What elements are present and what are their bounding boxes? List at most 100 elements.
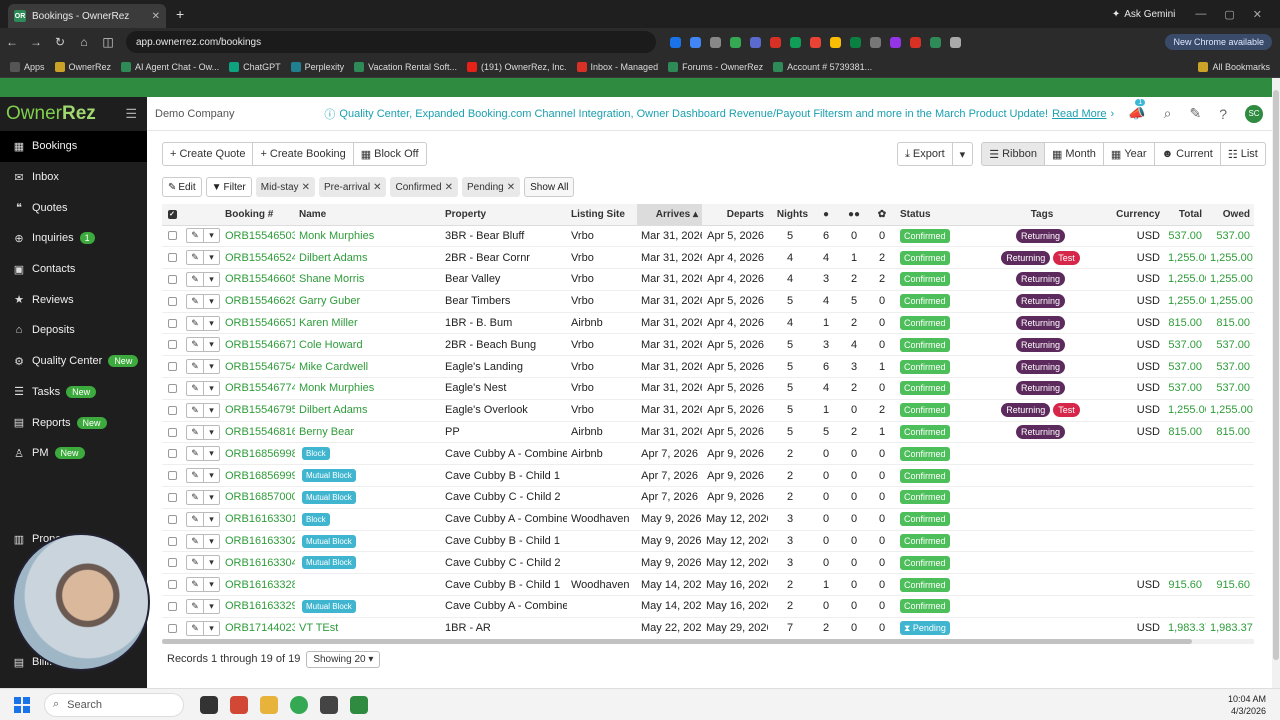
ask-gemini-button[interactable]: ✦ Ask Gemini <box>1112 9 1176 20</box>
sidebar-item-quotes[interactable]: ❝ Quotes <box>0 192 147 223</box>
new-tab-icon[interactable]: + <box>176 6 184 22</box>
page-size-select[interactable]: Showing 20 ▾ <box>306 650 381 668</box>
header-departs[interactable]: Departs <box>702 204 768 226</box>
ownerrez-logo[interactable]: Owner Rez ☰ <box>0 97 147 131</box>
caret-down-icon[interactable]: ▾ <box>203 512 219 526</box>
year-view-button[interactable]: ▦ Year <box>1103 142 1155 166</box>
caret-down-icon[interactable]: ▾ <box>203 294 219 308</box>
pencil-icon[interactable]: ✎ <box>187 556 203 569</box>
bookmark-item[interactable]: Apps <box>10 61 45 72</box>
guest-name-link[interactable]: Shane Morris <box>299 273 364 285</box>
home-icon[interactable]: ⌂ <box>72 35 96 49</box>
caret-down-icon[interactable]: ▾ <box>203 621 219 635</box>
pencil-icon[interactable]: ✎ <box>187 578 203 591</box>
header-booking[interactable]: Booking # <box>221 204 295 226</box>
month-view-button[interactable]: ▦ Month <box>1044 142 1104 166</box>
sidebar-item-tasks[interactable]: ☰ Tasks New <box>0 377 147 408</box>
row-checkbox[interactable] <box>167 536 177 546</box>
reload-icon[interactable]: ↻ <box>48 35 72 49</box>
pencil-icon[interactable]: ✎ <box>187 360 203 373</box>
row-checkbox[interactable] <box>167 602 177 612</box>
all-bookmarks[interactable]: All Bookmarks <box>1198 61 1270 72</box>
extension-icon[interactable] <box>750 36 761 48</box>
booking-number-link[interactable]: ORB15546774 <box>221 377 295 400</box>
guest-name-link[interactable]: Karen Miller <box>299 317 358 329</box>
bookmark-item[interactable]: Inbox - Managed <box>576 61 658 72</box>
booking-number-link[interactable]: ORB16163301 <box>221 508 295 531</box>
extension-icon[interactable] <box>770 36 781 48</box>
row-checkbox[interactable] <box>167 558 177 568</box>
ownerrez-app-icon[interactable] <box>350 695 368 714</box>
browser-tab[interactable]: OR Bookings - OwnerRez ✕ <box>8 4 166 28</box>
pencil-icon[interactable]: ✎ <box>187 295 203 308</box>
collapse-menu-icon[interactable]: ☰ <box>125 106 137 122</box>
sidebar-item-bookings[interactable]: ▦ Bookings <box>0 131 147 162</box>
row-checkbox[interactable] <box>167 623 177 633</box>
header-tags[interactable]: Tags <box>972 204 1112 226</box>
booking-number-link[interactable]: ORB16856998 <box>221 442 295 466</box>
caret-down-icon[interactable]: ▾ <box>203 229 219 243</box>
header-status[interactable]: Status <box>896 204 972 226</box>
sidepanel-icon[interactable]: ◫ <box>96 35 120 49</box>
booking-number-link[interactable]: ORB17144023 <box>221 617 295 640</box>
caret-down-icon[interactable]: ▾ <box>203 316 219 330</box>
sidebar-item-reviews[interactable]: ★ Reviews <box>0 284 147 315</box>
pencil-icon[interactable]: ✎ <box>187 251 203 264</box>
sidebar-item-deposits[interactable]: ⌂ Deposits <box>0 315 147 346</box>
megaphone-icon[interactable]: 📣 1 <box>1128 99 1146 122</box>
booking-number-link[interactable]: ORB16857000 <box>221 486 295 509</box>
task-view-icon[interactable] <box>200 695 218 714</box>
booking-number-link[interactable]: ORB15546671 <box>221 333 295 357</box>
pencil-icon[interactable]: ✎ <box>187 469 203 482</box>
remove-chip-icon[interactable]: ✕ <box>302 182 310 193</box>
booking-number-link[interactable]: ORB16163302 <box>221 530 295 553</box>
ribbon-view-button[interactable]: ☰ Ribbon <box>981 142 1045 166</box>
bookmark-item[interactable]: OwnerRez <box>54 61 111 72</box>
windows-start-icon[interactable] <box>14 696 30 713</box>
extension-icon[interactable] <box>790 36 801 48</box>
filter-button[interactable]: ▼ Filter <box>205 177 252 197</box>
pencil-icon[interactable]: ✎ <box>187 622 203 635</box>
header-name[interactable]: Name <box>295 204 441 226</box>
caret-down-icon[interactable]: ▾ <box>203 360 219 374</box>
row-checkbox[interactable] <box>167 340 177 350</box>
row-checkbox[interactable] <box>167 405 177 415</box>
booking-number-link[interactable]: ORB16163328 <box>221 573 295 597</box>
horizontal-scroll-thumb[interactable] <box>162 639 1192 644</box>
header-total[interactable]: Total <box>1164 204 1206 226</box>
bookmark-item[interactable]: AI Agent Chat - Ow... <box>121 61 219 72</box>
read-more-link[interactable]: Read More <box>1052 108 1106 120</box>
create-quote-button[interactable]: + Create Quote <box>162 142 254 166</box>
back-icon[interactable]: ← <box>0 35 24 49</box>
maximize-icon[interactable]: ▢ <box>1224 8 1234 21</box>
app-icon[interactable] <box>320 695 338 714</box>
extension-icon[interactable] <box>730 36 741 48</box>
extension-icon[interactable] <box>850 36 861 48</box>
header-currency[interactable]: Currency <box>1112 204 1164 226</box>
header-children[interactable]: ●● <box>840 204 868 226</box>
help-icon[interactable]: ? <box>1219 106 1227 122</box>
row-checkbox[interactable] <box>167 580 177 590</box>
pencil-icon[interactable]: ✎ <box>187 382 203 395</box>
row-checkbox[interactable] <box>167 318 177 328</box>
pencil-icon[interactable]: ✎ <box>187 338 203 351</box>
extension-icon[interactable] <box>710 36 721 48</box>
edit-filter-button[interactable]: ✎ Edit <box>162 177 202 197</box>
guest-name-link[interactable]: Monk Murphies <box>299 382 374 394</box>
pencil-icon[interactable]: ✎ <box>187 404 203 417</box>
pencil-icon[interactable]: ✎ <box>187 426 203 439</box>
row-checkbox[interactable] <box>167 493 177 503</box>
sidebar-item-contacts[interactable]: ▣ Contacts <box>0 254 147 285</box>
create-booking-button[interactable]: + Create Booking <box>253 142 354 166</box>
booking-number-link[interactable]: ORB16163304 <box>221 551 295 575</box>
row-checkbox[interactable] <box>167 275 177 285</box>
close-tab-icon[interactable]: ✕ <box>152 11 160 22</box>
export-dropdown-button[interactable]: ▾ <box>952 142 974 166</box>
chrome-icon[interactable] <box>290 695 308 714</box>
caret-down-icon[interactable]: ▾ <box>203 272 219 286</box>
booking-number-link[interactable]: ORB15546754 <box>221 355 295 379</box>
user-avatar[interactable]: SC <box>1245 104 1263 123</box>
guest-name-link[interactable]: Dilbert Adams <box>299 404 367 416</box>
list-view-button[interactable]: ☷ List <box>1220 142 1266 166</box>
pencil-icon[interactable]: ✎ <box>187 229 203 242</box>
